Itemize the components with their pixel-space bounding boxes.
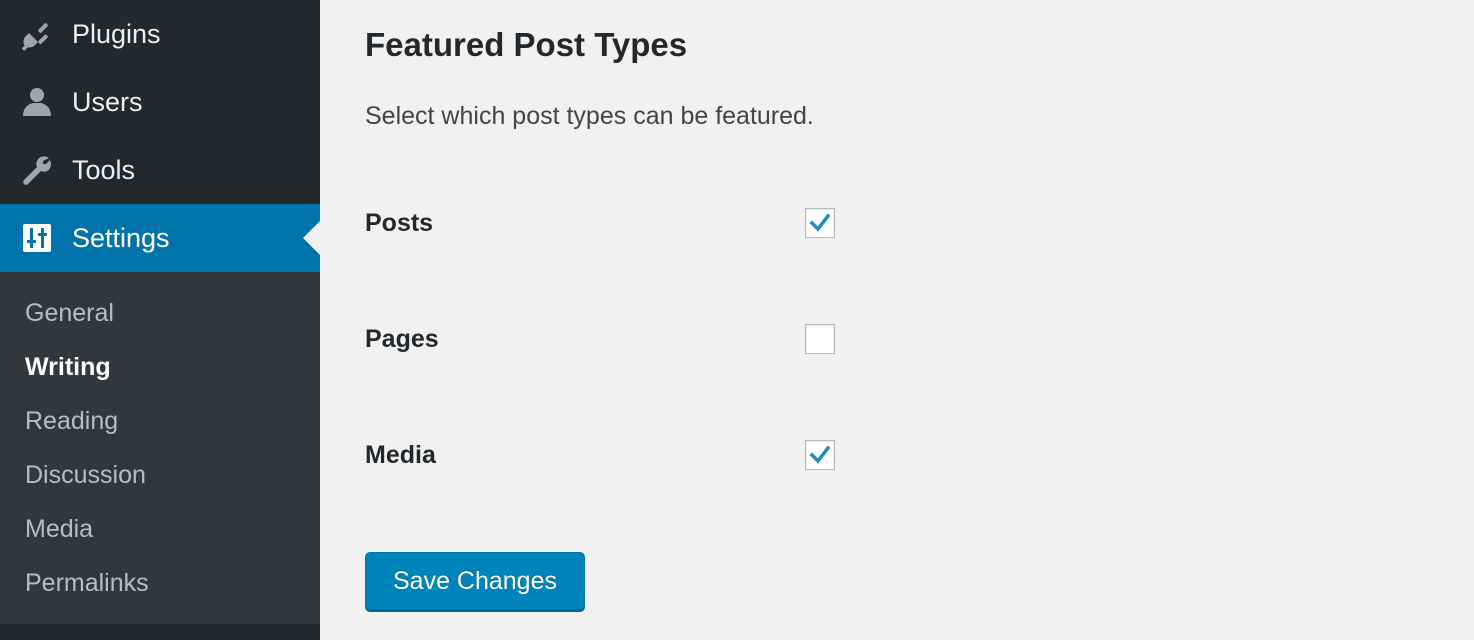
wp-admin-app: Plugins Users Tools Settings General Wri…: [0, 0, 1474, 640]
media-checkbox[interactable]: [805, 440, 835, 470]
admin-sidebar: Plugins Users Tools Settings General Wri…: [0, 0, 320, 640]
settings-icon: [20, 221, 54, 255]
save-changes-button[interactable]: Save Changes: [365, 552, 585, 610]
plug-icon: [20, 17, 54, 51]
user-icon: [20, 85, 54, 119]
option-row-media: Media: [365, 435, 965, 475]
submenu-item-general[interactable]: General: [0, 286, 320, 340]
settings-content: Featured Post Types Select which post ty…: [320, 0, 1474, 640]
option-label-posts: Posts: [365, 208, 434, 237]
pages-checkbox[interactable]: [805, 324, 835, 354]
section-description: Select which post types can be featured.: [365, 102, 814, 130]
settings-submenu: General Writing Reading Discussion Media…: [0, 272, 320, 624]
option-label-media: Media: [365, 440, 436, 469]
menu-item-label: Settings: [72, 222, 170, 253]
checkmark-icon: [809, 445, 831, 464]
active-menu-arrow: [303, 221, 320, 255]
wrench-icon: [20, 153, 54, 187]
submenu-item-discussion[interactable]: Discussion: [0, 448, 320, 502]
menu-item-label: Plugins: [72, 18, 161, 49]
menu-item-label: Tools: [72, 154, 136, 185]
menu-item-label: Users: [72, 86, 143, 117]
section-title: Featured Post Types: [365, 26, 688, 63]
submenu-item-reading[interactable]: Reading: [0, 394, 320, 448]
option-row-posts: Posts: [365, 203, 965, 243]
checkmark-icon: [809, 213, 831, 232]
posts-checkbox[interactable]: [805, 208, 835, 238]
menu-item-settings[interactable]: Settings: [0, 204, 320, 272]
option-row-pages: Pages: [365, 319, 965, 359]
option-label-pages: Pages: [365, 324, 439, 353]
menu-item-users[interactable]: Users: [0, 68, 320, 136]
submenu-item-permalinks[interactable]: Permalinks: [0, 556, 320, 610]
menu-item-plugins[interactable]: Plugins: [0, 0, 320, 68]
submenu-item-media[interactable]: Media: [0, 502, 320, 556]
menu-item-tools[interactable]: Tools: [0, 136, 320, 204]
submenu-item-writing[interactable]: Writing: [0, 340, 320, 394]
